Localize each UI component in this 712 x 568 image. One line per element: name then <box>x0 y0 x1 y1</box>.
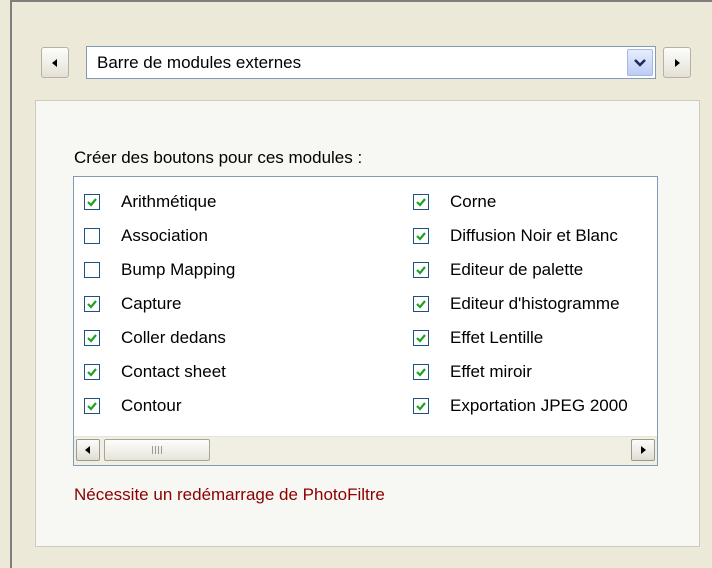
previous-toolbar-button[interactable] <box>41 47 69 78</box>
checkmark-icon <box>416 266 426 275</box>
chevron-down-icon <box>634 58 646 67</box>
module-item[interactable]: Corne <box>413 185 657 219</box>
modules-column-right: Corne Diffusion Noir et Blanc Editeur de p… <box>413 185 657 423</box>
module-checkbox[interactable] <box>413 194 429 210</box>
module-checkbox[interactable] <box>413 330 429 346</box>
horizontal-scrollbar[interactable] <box>74 436 657 465</box>
module-checkbox[interactable] <box>84 398 100 414</box>
module-label: Arithmétique <box>121 192 217 211</box>
module-item[interactable]: Editeur de palette <box>413 253 657 287</box>
module-item[interactable]: Effet miroir <box>413 355 657 389</box>
module-label: Editeur d'histogramme <box>450 294 620 313</box>
module-checkbox[interactable] <box>84 194 100 210</box>
grip-icon <box>152 446 162 454</box>
modules-column-left: Arithmétique Association Bump Mapping Captu… <box>84 185 404 423</box>
modules-checklist[interactable]: Arithmétique Association Bump Mapping Captu… <box>73 176 658 466</box>
module-checkbox[interactable] <box>84 228 100 244</box>
chevron-right-icon <box>641 446 646 454</box>
module-checkbox[interactable] <box>413 228 429 244</box>
checkmark-icon <box>416 368 426 377</box>
checkmark-icon <box>87 300 97 309</box>
modules-panel: Créer des boutons pour ces modules : Ari… <box>35 100 700 547</box>
module-checkbox[interactable] <box>84 330 100 346</box>
scroll-right-button[interactable] <box>631 439 655 461</box>
module-checkbox[interactable] <box>413 364 429 380</box>
restart-warning: Nécessite un redémarrage de PhotoFiltre <box>74 485 385 504</box>
chevron-left-icon <box>85 446 90 454</box>
module-label: Editeur de palette <box>450 260 584 279</box>
checkmark-icon <box>87 198 97 207</box>
next-toolbar-button[interactable] <box>663 47 691 78</box>
module-label: Diffusion Noir et Blanc <box>450 226 618 245</box>
module-label: Coller dedans <box>121 328 226 347</box>
modules-label: Créer des boutons pour ces modules : <box>74 148 363 167</box>
checkmark-icon <box>416 334 426 343</box>
module-item[interactable]: Effet Lentille <box>413 321 657 355</box>
checkmark-icon <box>87 334 97 343</box>
dropdown-button[interactable] <box>627 49 653 76</box>
toolbar-select-value: Barre de modules externes <box>97 53 302 72</box>
module-item[interactable]: Contour <box>84 389 404 423</box>
module-item[interactable]: Exportation JPEG 2000 <box>413 389 657 423</box>
checkmark-icon <box>416 232 426 241</box>
module-label: Bump Mapping <box>121 260 236 279</box>
checkmark-icon <box>87 368 97 377</box>
module-label: Effet miroir <box>450 362 532 381</box>
module-item[interactable]: Diffusion Noir et Blanc <box>413 219 657 253</box>
module-label: Exportation JPEG 2000 <box>450 396 628 415</box>
chevron-left-icon <box>52 58 57 67</box>
module-item[interactable]: Capture <box>84 287 404 321</box>
toolbar-select[interactable]: Barre de modules externes <box>86 46 656 79</box>
module-label: Association <box>121 226 208 245</box>
module-checkbox[interactable] <box>84 262 100 278</box>
module-checkbox[interactable] <box>84 364 100 380</box>
module-item[interactable]: Coller dedans <box>84 321 404 355</box>
module-label: Corne <box>450 192 497 211</box>
module-item[interactable]: Association <box>84 219 404 253</box>
checkmark-icon <box>87 402 97 411</box>
scrollbar-thumb[interactable] <box>104 439 210 461</box>
module-item[interactable]: Arithmétique <box>84 185 404 219</box>
checkmark-icon <box>416 300 426 309</box>
scroll-left-button[interactable] <box>76 439 100 461</box>
checkmark-icon <box>416 198 426 207</box>
checkmark-icon <box>416 402 426 411</box>
module-label: Contact sheet <box>121 362 226 381</box>
module-checkbox[interactable] <box>413 398 429 414</box>
module-label: Contour <box>121 396 182 415</box>
module-checkbox[interactable] <box>413 296 429 312</box>
module-checkbox[interactable] <box>413 262 429 278</box>
module-item[interactable]: Editeur d'histogramme <box>413 287 657 321</box>
module-label: Capture <box>121 294 182 313</box>
module-item[interactable]: Bump Mapping <box>84 253 404 287</box>
chevron-right-icon <box>675 58 680 67</box>
module-item[interactable]: Contact sheet <box>84 355 404 389</box>
module-label: Effet Lentille <box>450 328 544 347</box>
module-checkbox[interactable] <box>84 296 100 312</box>
